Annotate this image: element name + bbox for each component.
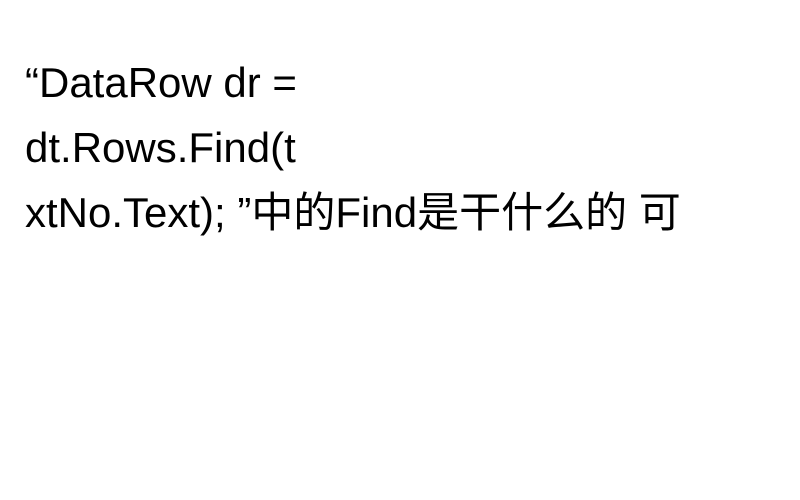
text-line-3: xtNo.Text); ”中的Find是干什么的 可 xyxy=(25,189,681,236)
text-line-1: “DataRow dr = xyxy=(25,59,297,106)
question-text: “DataRow dr = dt.Rows.Find(t xtNo.Text);… xyxy=(25,50,775,245)
text-line-2: dt.Rows.Find(t xyxy=(25,124,296,171)
question-container: “DataRow dr = dt.Rows.Find(t xtNo.Text);… xyxy=(0,0,800,500)
